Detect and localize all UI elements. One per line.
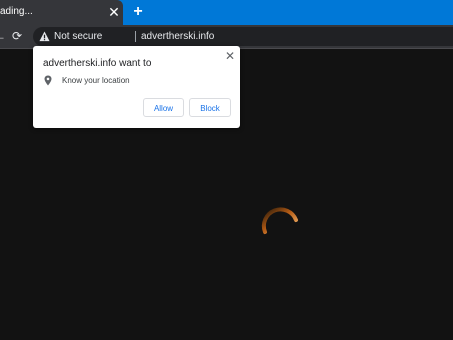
loading-spinner-icon [261,207,298,234]
allow-button[interactable]: Allow [143,98,184,117]
back-arrow-icon[interactable]: ← [0,29,6,43]
popup-close-icon[interactable]: ✕ [224,50,236,62]
permission-text: Know your location [62,76,130,85]
address-bar[interactable]: Not secure advertherski.info [33,27,453,46]
tab-close-icon[interactable]: ✕ [107,5,121,19]
url-text[interactable]: advertherski.info [141,30,214,43]
warning-icon[interactable] [39,31,50,42]
new-tab-button[interactable]: + [130,4,146,20]
browser-tab[interactable]: ading... ✕ [0,0,123,25]
divider [135,31,136,42]
security-status[interactable]: Not secure [54,30,102,43]
tab-title: ading... [0,6,33,17]
location-pin-icon [44,75,52,86]
block-button[interactable]: Block [189,98,231,117]
popup-title: advertherski.info want to [43,58,152,69]
location-permission-popup: advertherski.info want to ✕ Know your lo… [33,46,240,128]
reload-icon[interactable]: ⟳ [12,29,22,43]
tab-strip: ading... ✕ + [0,0,453,25]
